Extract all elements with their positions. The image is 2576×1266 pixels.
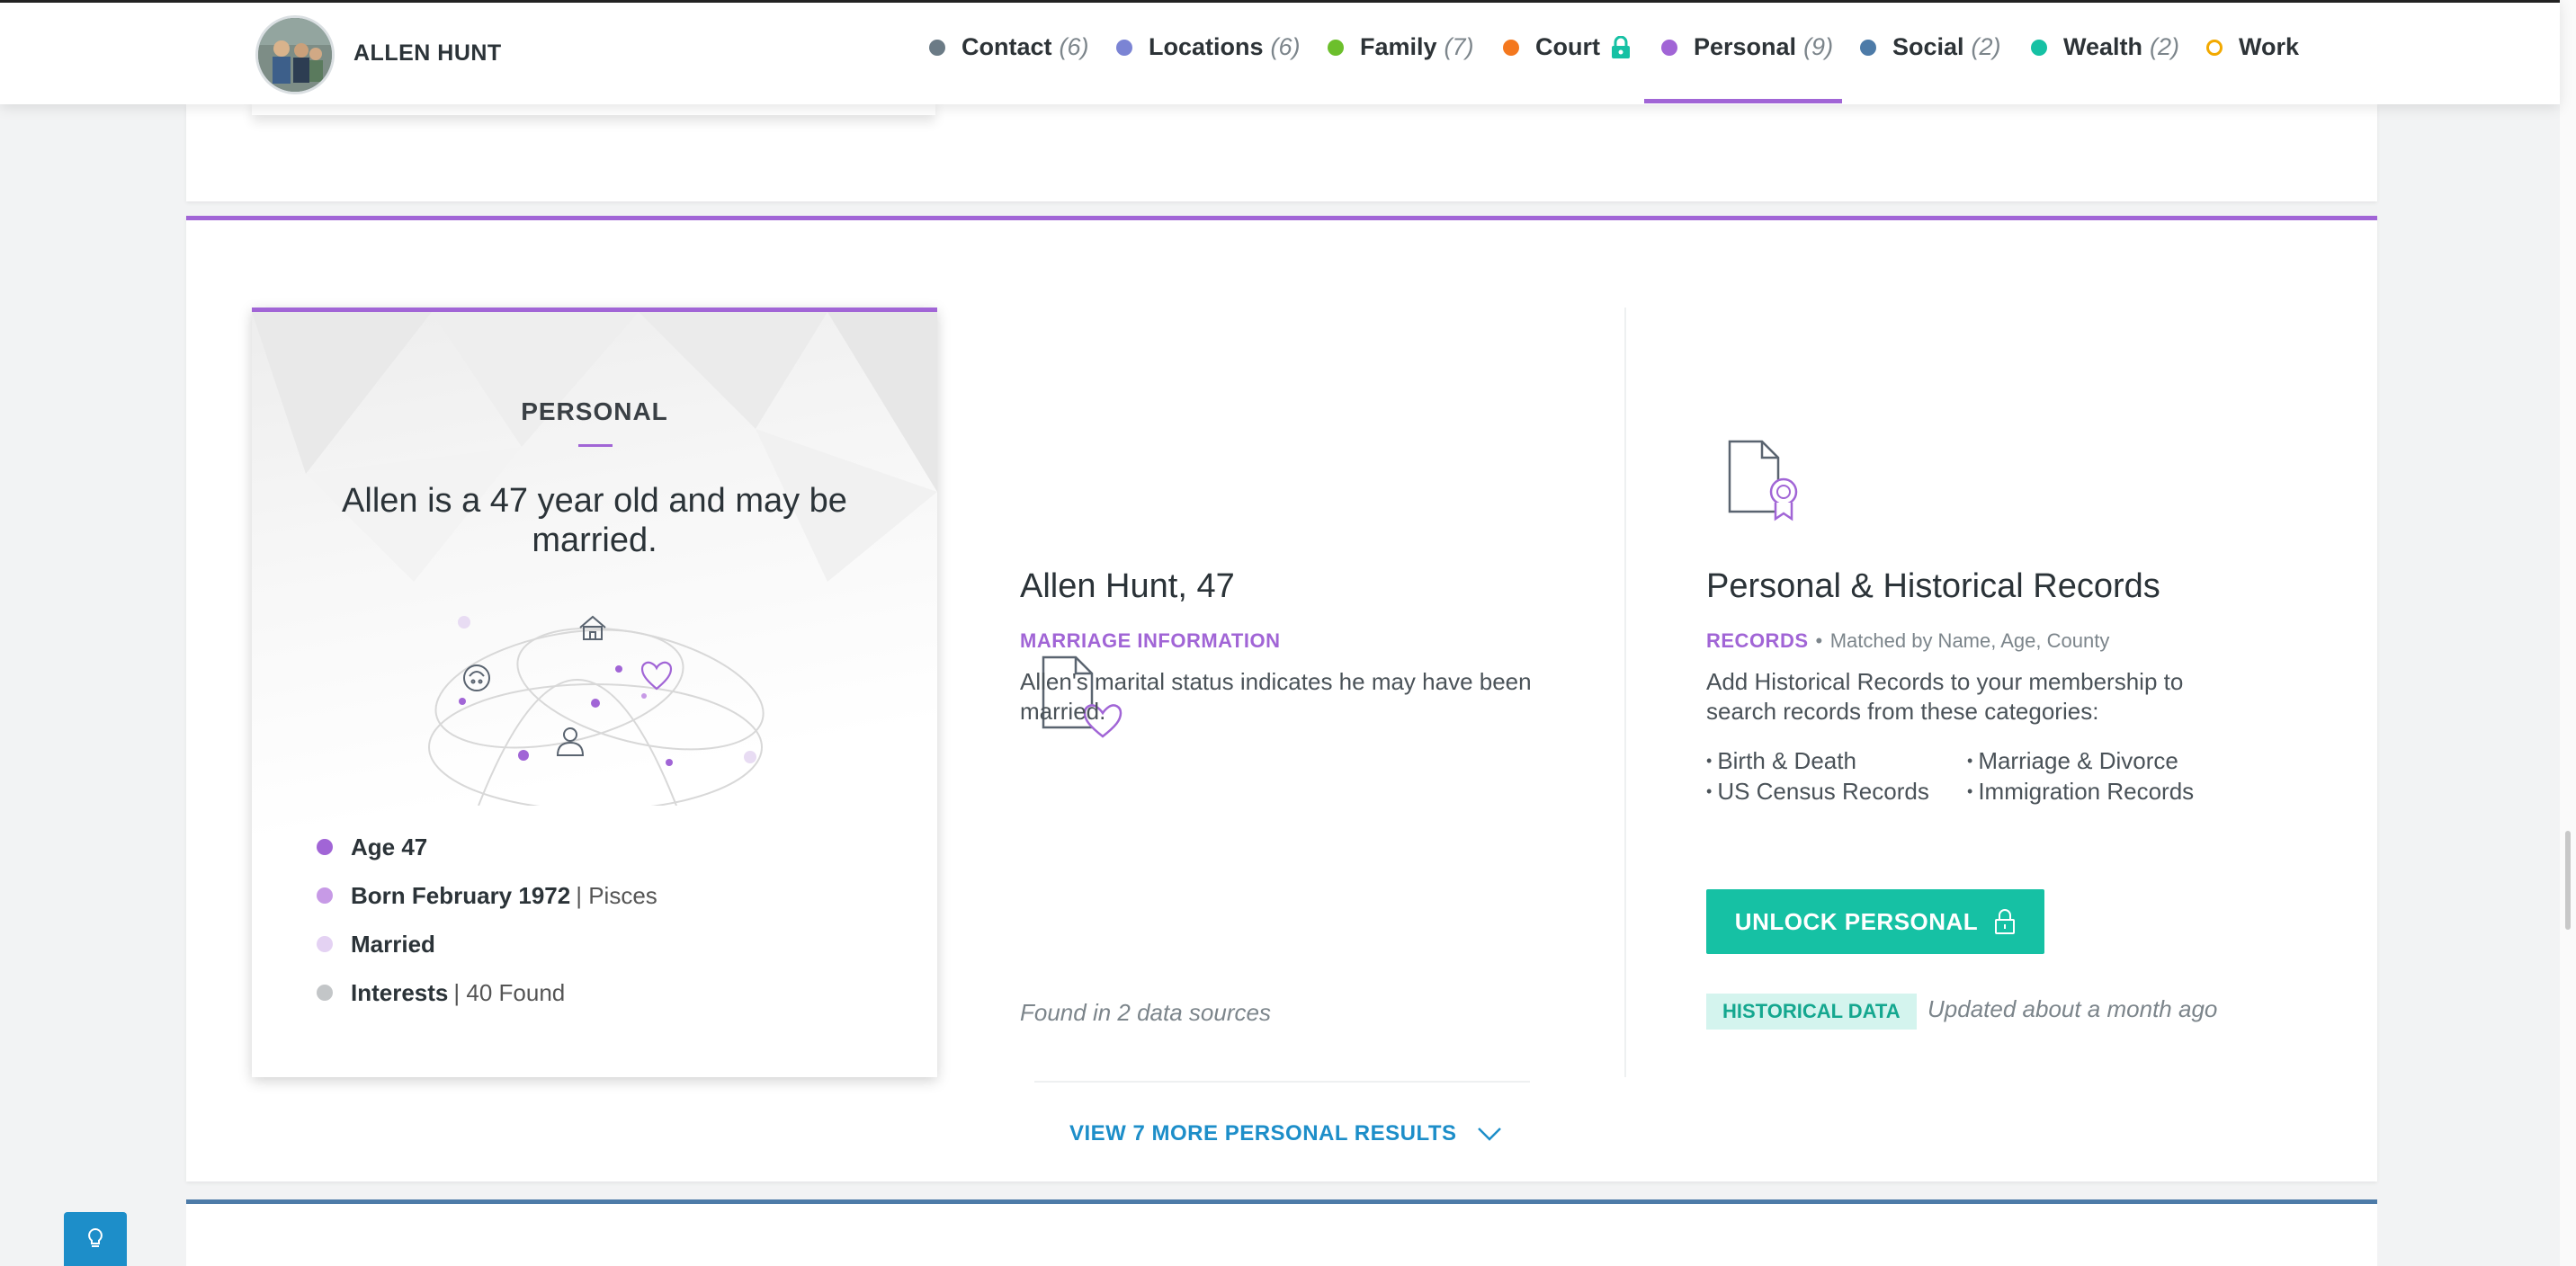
- lock-icon: [1611, 35, 1630, 58]
- tab-count: (7): [1444, 33, 1474, 60]
- fact-detail: | 40 Found: [453, 978, 566, 1006]
- tab-label: Personal: [1694, 33, 1797, 60]
- tab-label: Locations: [1149, 33, 1264, 60]
- tab-count: (6): [1059, 33, 1089, 60]
- historical-data-badge: HISTORICAL DATA: [1706, 994, 1917, 1030]
- fact-born: Born February 1972 | Pisces: [317, 871, 657, 920]
- fact-married: Married: [317, 920, 657, 968]
- fact-label: Age 47: [351, 833, 428, 860]
- summary-facts: Age 47 Born February 1972 | Pisces Marri…: [317, 823, 657, 1017]
- fact-dot-icon: [317, 839, 333, 855]
- avatar-photo-icon: [258, 18, 332, 92]
- active-tab-indicator: [1644, 99, 1842, 103]
- data-sources-note: Found in 2 data sources: [1020, 999, 1271, 1026]
- tab-count: (9): [1803, 33, 1834, 60]
- marriage-category: MARRIAGE INFORMATION: [1020, 629, 1281, 652]
- personal-orbit-illustration: [428, 615, 765, 806]
- summary-title: PERSONAL: [521, 397, 668, 425]
- column-divider: [1624, 308, 1626, 1077]
- tab-wealth[interactable]: Wealth (2): [2031, 33, 2179, 61]
- tab-contact[interactable]: Contact (6): [929, 33, 1089, 61]
- tab-label: Family: [1360, 33, 1437, 60]
- records-matched: Matched by Name, Age, County: [1829, 629, 2110, 652]
- contact-dot-icon: [929, 39, 945, 56]
- tab-court[interactable]: Court: [1503, 33, 1631, 61]
- view-more-results-link[interactable]: VIEW 7 MORE PERSONAL RESULTS: [1069, 1121, 1502, 1146]
- lightbulb-icon: [88, 1227, 103, 1247]
- view-more-label: VIEW 7 MORE PERSONAL RESULTS: [1069, 1121, 1457, 1146]
- locations-dot-icon: [1116, 39, 1132, 56]
- personal-section: PERSONAL Allen is a 47 year old and may …: [186, 216, 2377, 1181]
- tab-label: Contact: [962, 33, 1052, 60]
- personal-summary-card: PERSONAL Allen is a 47 year old and may …: [252, 308, 937, 1077]
- list-item: Marriage & Divorce: [1967, 747, 2178, 775]
- tab-locations[interactable]: Locations (6): [1116, 33, 1301, 61]
- unlock-button-label: UNLOCK PERSONAL: [1734, 907, 1979, 935]
- fact-label: Married: [351, 930, 435, 958]
- list-item: Immigration Records: [1967, 778, 2194, 806]
- tab-count: (2): [1971, 33, 2001, 60]
- list-item: Birth & Death: [1706, 747, 1856, 775]
- scrollbar-thumb[interactable]: [2565, 831, 2571, 930]
- chevron-down-icon: [1477, 1128, 1501, 1141]
- fact-interests: Interests | 40 Found: [317, 968, 657, 1017]
- tab-work[interactable]: Work: [2206, 33, 2299, 61]
- previous-section-card: [186, 104, 2377, 201]
- records-category: RECORDS: [1706, 629, 1809, 652]
- records-description: Add Historical Records to your membershi…: [1706, 668, 2184, 725]
- tab-label: Court: [1535, 33, 1600, 60]
- tab-label: Work: [2239, 33, 2300, 60]
- page-scrollbar[interactable]: [2560, 0, 2576, 1266]
- tab-family[interactable]: Family (7): [1328, 33, 1474, 61]
- court-dot-icon: [1503, 39, 1519, 56]
- profile-name: ALLEN HUNT: [353, 40, 502, 66]
- fact-dot-icon: [317, 887, 333, 904]
- records-separator: •: [1815, 629, 1823, 652]
- fact-dot-icon: [317, 985, 333, 1001]
- top-nav-bar: ALLEN HUNT Contact (6) Locations (6) Fam…: [0, 0, 2560, 104]
- personal-dot-icon: [1661, 39, 1677, 56]
- wealth-dot-icon: [2031, 39, 2047, 56]
- tab-label: Wealth: [2063, 33, 2143, 60]
- family-dot-icon: [1328, 39, 1344, 56]
- records-title: Personal & Historical Records: [1706, 567, 2160, 605]
- summary-text: Allen is a 47 year old and may be marrie…: [342, 482, 847, 559]
- document-ribbon-icon: [1728, 440, 1798, 522]
- tab-social[interactable]: Social (2): [1860, 33, 2001, 61]
- fact-age: Age 47: [317, 823, 657, 871]
- tab-label: Social: [1892, 33, 1964, 60]
- lock-icon: [1995, 909, 2016, 934]
- work-dot-icon: [2206, 39, 2223, 56]
- fact-label: Born February 1972: [351, 881, 571, 909]
- profile-avatar[interactable]: [255, 15, 335, 94]
- found-divider: [1034, 1081, 1530, 1083]
- marriage-description: Allen's marital status indicates he may …: [1020, 668, 1532, 725]
- list-item: US Census Records: [1706, 778, 1929, 806]
- records-category-line: RECORDS • Matched by Name, Age, County: [1706, 629, 2109, 653]
- help-tips-button[interactable]: [64, 1212, 127, 1266]
- tab-count: (2): [2150, 33, 2180, 60]
- social-dot-icon: [1860, 39, 1876, 56]
- next-section-card: [186, 1199, 2377, 1266]
- marriage-title: Allen Hunt, 47: [1020, 567, 1235, 605]
- tab-count: (6): [1270, 33, 1301, 60]
- updated-timestamp: Updated about a month ago: [1928, 995, 2218, 1022]
- fact-detail: | Pisces: [576, 881, 657, 909]
- fact-label: Interests: [351, 978, 449, 1006]
- summary-title-rule: [578, 444, 613, 447]
- fact-dot-icon: [317, 936, 333, 952]
- unlock-personal-button[interactable]: UNLOCK PERSONAL: [1706, 889, 2044, 954]
- tab-personal[interactable]: Personal (9): [1661, 33, 1833, 61]
